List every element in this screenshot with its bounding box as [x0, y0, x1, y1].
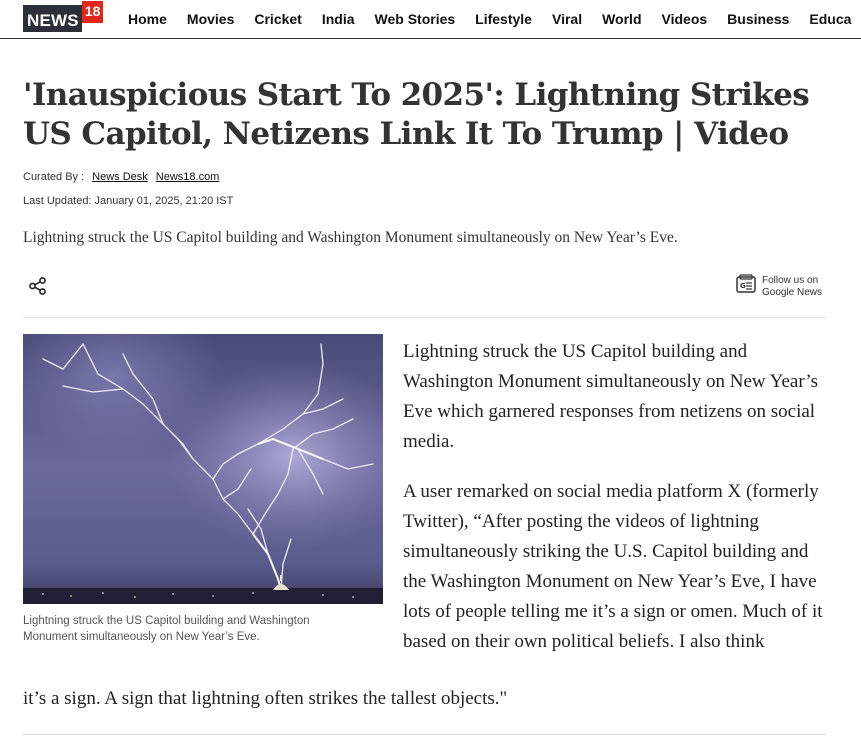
- author-news18[interactable]: News18.com: [156, 171, 220, 183]
- nav-home[interactable]: Home: [128, 11, 167, 27]
- divider: [23, 317, 826, 318]
- top-navigation-bar: NEWS 18 Home Movies Cricket India Web St…: [0, 0, 861, 39]
- article-body: Lightning struck the US Capitol building…: [403, 337, 828, 657]
- news18-logo[interactable]: NEWS 18: [23, 1, 104, 32]
- google-news-icon: G: [735, 273, 757, 300]
- curated-by-label: Curated By :: [23, 171, 85, 183]
- nav-education[interactable]: Educa: [809, 11, 851, 27]
- nav-lifestyle[interactable]: Lifestyle: [475, 11, 532, 27]
- nav-web-stories[interactable]: Web Stories: [375, 11, 456, 27]
- article-figure: Lightning struck the US Capitol building…: [23, 334, 383, 645]
- lightning-photo[interactable]: [23, 334, 383, 604]
- nav-world[interactable]: World: [602, 11, 641, 27]
- author-news-desk[interactable]: News Desk: [92, 171, 148, 183]
- nav-india[interactable]: India: [322, 11, 355, 27]
- logo-number: 18: [81, 1, 104, 23]
- byline: Curated By : News Desk News18.com: [23, 171, 219, 183]
- article-headline: 'Inauspicious Start To 2025': Lightning …: [23, 77, 810, 152]
- article-paragraph-continued: it’s a sign. A sign that lightning often…: [23, 688, 508, 709]
- last-updated: Last Updated: January 01, 2025, 21:20 IS…: [23, 195, 234, 207]
- article-paragraph: Lightning struck the US Capitol building…: [403, 341, 819, 452]
- image-caption: Lightning struck the US Capitol building…: [23, 615, 310, 643]
- divider: [23, 734, 826, 735]
- main-nav: Home Movies Cricket India Web Stories Li…: [128, 0, 861, 37]
- nav-cricket[interactable]: Cricket: [254, 11, 301, 27]
- nav-movies[interactable]: Movies: [187, 11, 234, 27]
- article-paragraph: A user remarked on social media platform…: [403, 481, 823, 652]
- share-icon[interactable]: [28, 276, 48, 296]
- article-summary: Lightning struck the US Capitol building…: [23, 229, 678, 246]
- nav-business[interactable]: Business: [727, 11, 789, 27]
- logo-news-text: NEWS: [23, 5, 82, 32]
- nav-videos[interactable]: Videos: [662, 11, 708, 27]
- follow-google-news[interactable]: G Follow us on Google News: [735, 273, 822, 300]
- svg-text:G: G: [740, 282, 746, 290]
- nav-viral[interactable]: Viral: [552, 11, 582, 27]
- follow-google-news-label: Follow us on Google News: [762, 274, 823, 298]
